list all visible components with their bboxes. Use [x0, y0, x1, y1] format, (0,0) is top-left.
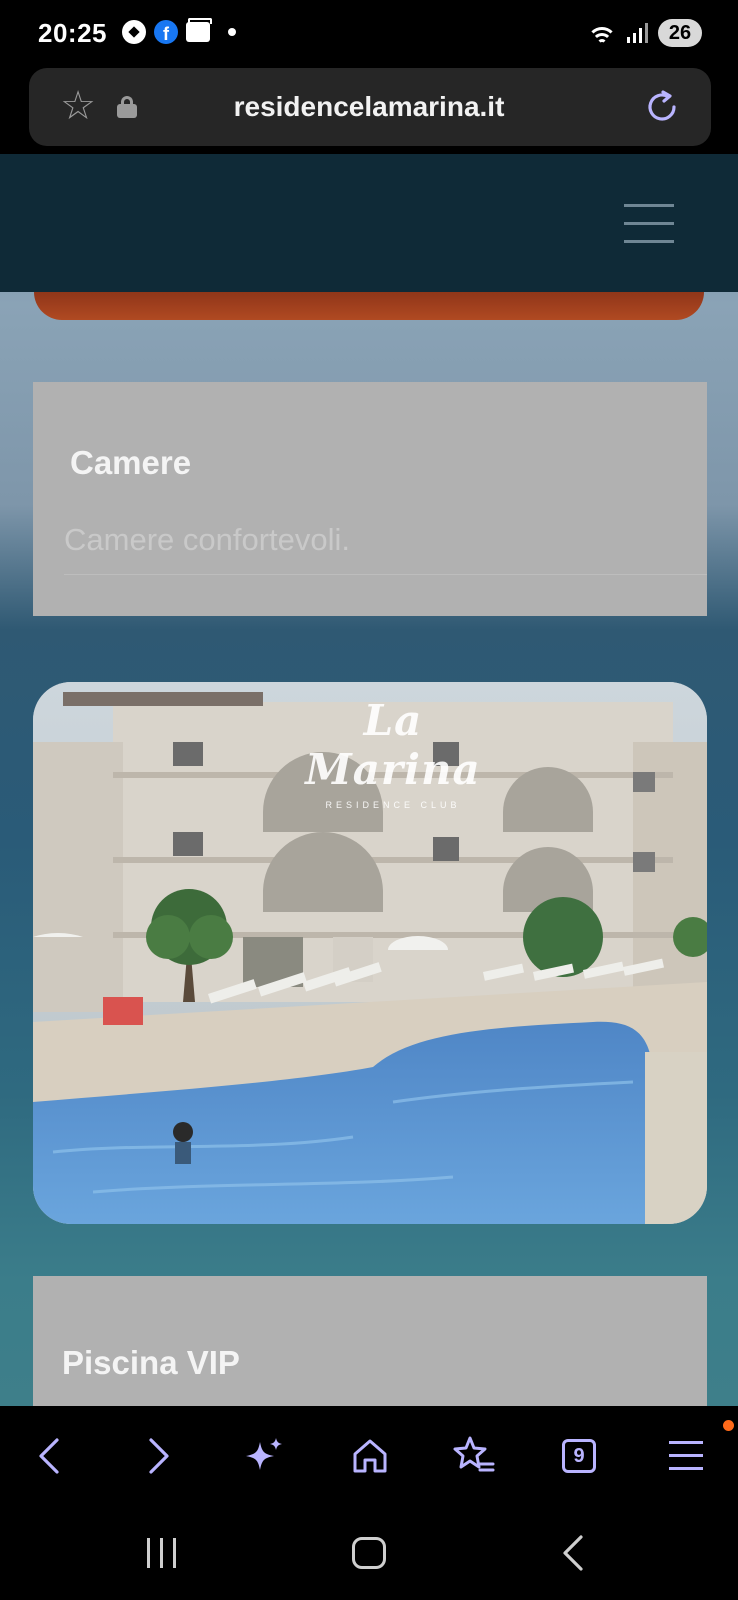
card-title: Piscina VIP — [62, 1344, 240, 1381]
wallet-icon — [186, 18, 212, 42]
notification-icons: f — [122, 18, 236, 44]
system-navigation-bar — [0, 1506, 738, 1600]
dot-icon — [228, 28, 236, 36]
soccer-ball-icon — [122, 20, 146, 44]
wifi-icon — [587, 21, 617, 45]
lock-icon[interactable] — [117, 96, 137, 118]
chevron-right-icon[interactable] — [132, 1430, 184, 1482]
notification-dot — [723, 1420, 734, 1431]
url-text[interactable]: residencelamarina.it — [179, 68, 559, 146]
site-header — [0, 154, 738, 292]
resort-pool-photo: La Marina RESIDENCE CLUB — [33, 682, 707, 1224]
reload-icon[interactable] — [641, 86, 683, 128]
system-status-icons: 26 — [587, 19, 702, 47]
recents-icon[interactable] — [136, 1528, 186, 1578]
chevron-left-icon[interactable] — [24, 1430, 76, 1482]
hamburger-menu-icon[interactable] — [624, 204, 674, 244]
tabs-icon[interactable]: 9 — [553, 1430, 605, 1482]
divider — [64, 574, 707, 575]
home-icon[interactable] — [344, 1430, 396, 1482]
card-description: Camere confortevoli. — [64, 522, 351, 557]
card-camere[interactable]: Camere Camere confortevoli. — [33, 382, 707, 616]
card-title: Camere — [70, 444, 192, 481]
home-circle-icon[interactable] — [344, 1528, 394, 1578]
browser-url-area: ☆ residencelamarina.it — [0, 66, 738, 154]
card-piscina-vip[interactable]: Piscina VIP — [33, 1276, 707, 1406]
logo-text: La Marina — [305, 696, 481, 794]
tabs-count: 9 — [562, 1439, 596, 1473]
logo-subtext: RESIDENCE CLUB — [325, 800, 461, 810]
url-bar[interactable]: ☆ residencelamarina.it — [29, 68, 711, 146]
sparkle-icon[interactable] — [238, 1430, 290, 1482]
status-bar: 20:25 f 26 — [0, 0, 738, 66]
status-time: 20:25 — [38, 18, 107, 48]
menu-icon[interactable] — [660, 1430, 712, 1482]
browser-toolbar: 9 — [0, 1406, 738, 1506]
battery-icon: 26 — [658, 19, 702, 47]
back-icon[interactable] — [548, 1528, 598, 1578]
star-list-icon[interactable] — [448, 1430, 500, 1482]
star-icon[interactable]: ☆ — [57, 86, 99, 128]
facebook-icon: f — [154, 20, 178, 44]
web-content[interactable]: Camere Camere confortevoli. La Marina RE… — [0, 154, 738, 1406]
resort-logo: La Marina RESIDENCE CLUB — [273, 696, 513, 810]
signal-icon — [627, 23, 648, 43]
